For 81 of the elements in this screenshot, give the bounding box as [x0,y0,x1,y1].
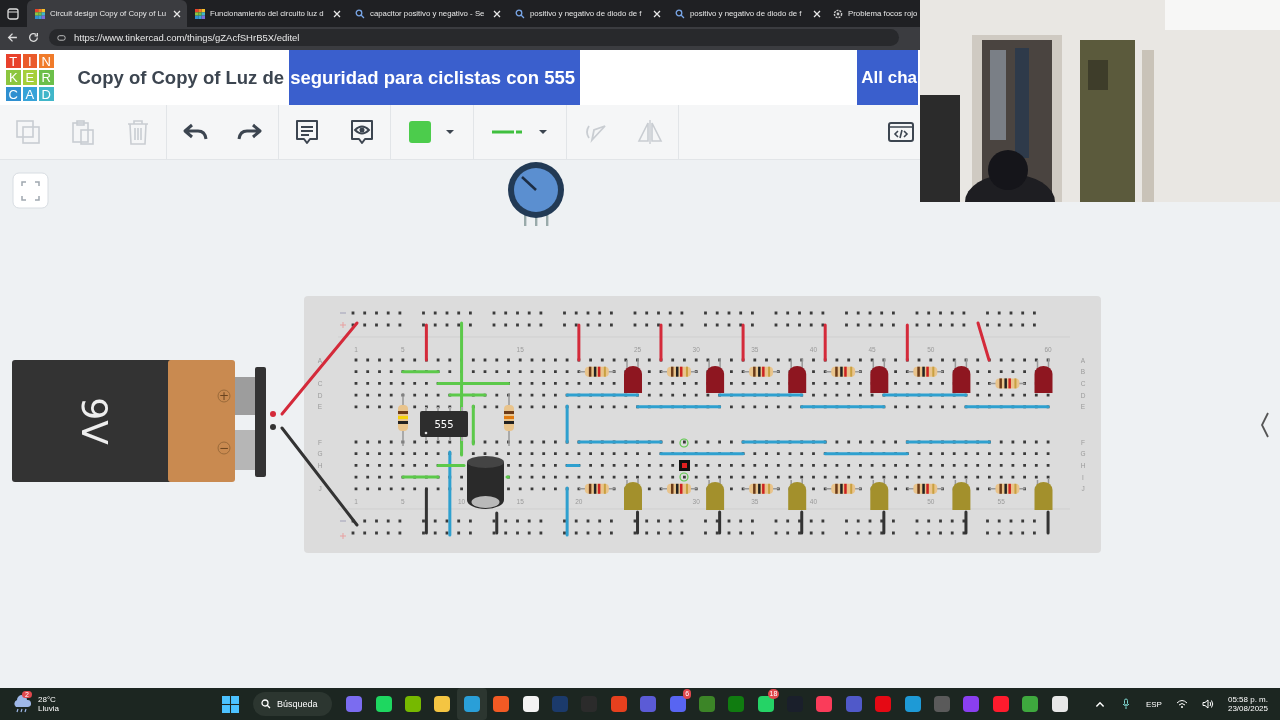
resistor[interactable] [504,392,514,447]
potentiometer[interactable] [508,162,564,226]
close-icon[interactable] [653,9,661,18]
grid-icon [195,8,205,19]
resistor[interactable] [660,366,698,377]
led[interactable] [952,357,971,393]
wire[interactable] [1046,510,1050,535]
wifi-icon[interactable] [1175,698,1188,710]
wire[interactable] [964,510,968,535]
plus-sign: + [218,389,230,403]
search-icon [675,8,685,19]
chevron-left-icon[interactable] [1261,412,1269,438]
temperature: 28°C [38,695,57,704]
changes-button[interactable]: All cha [857,50,918,105]
wire[interactable] [636,510,639,535]
clock[interactable]: 05:58 p. m. 23/08/2025 [1227,695,1268,713]
close-icon[interactable] [813,9,821,18]
close-icon[interactable] [493,9,501,18]
led[interactable] [870,357,889,393]
app-icon[interactable] [375,696,392,712]
speaker-icon[interactable] [1201,698,1214,710]
cloud-rain-icon[interactable] [12,695,32,713]
app-icon[interactable] [757,696,774,712]
wire[interactable] [800,510,804,535]
led[interactable] [788,357,807,393]
wire[interactable] [495,511,499,535]
site-info-icon [57,33,66,42]
resistor[interactable] [906,366,945,377]
reload-icon[interactable] [28,32,39,43]
grid-icon [35,8,45,19]
back-icon[interactable] [7,32,18,43]
probe-marker[interactable] [679,438,690,482]
resistor[interactable] [660,483,698,494]
eye-icon[interactable] [348,118,376,146]
battery-label: 9V [74,397,115,445]
wire-icon [492,129,524,135]
battery[interactable] [12,360,276,482]
close-icon[interactable] [333,9,341,18]
resistor[interactable] [398,392,408,447]
logo[interactable]: T I N K E R C A D [5,52,55,103]
resistor[interactable] [824,483,862,494]
minus-sign: − [218,441,230,455]
resistor[interactable] [988,378,1027,389]
resistor[interactable] [578,366,616,377]
gear-icon [833,8,843,19]
close-icon[interactable] [173,9,181,18]
led[interactable] [1034,357,1053,393]
app-icon[interactable] [1051,696,1068,712]
date: 23/08/2025 [1227,704,1268,713]
resistor[interactable] [578,483,616,494]
resistor[interactable] [906,483,945,494]
wire[interactable] [280,426,359,527]
wire[interactable] [882,510,886,535]
design-title[interactable]: Copy of Copy of Luz de seguridad para ciclistas con 555 [77,50,581,105]
caret-icon [445,129,455,135]
language-indicator[interactable]: ESP [1145,699,1162,709]
app-icon[interactable] [522,696,539,712]
led[interactable] [706,357,725,393]
tab-list-icon[interactable] [7,7,19,20]
search-icon [355,8,365,19]
resistor[interactable] [742,483,780,494]
caret-icon [538,129,548,135]
wire[interactable] [424,487,428,535]
url-text: https://www.tinkercad.com/things/gZAcfSHrB5X/editel [74,32,300,43]
led[interactable] [624,357,642,393]
title-text: Copy of Copy of Luz de [77,66,286,89]
wire[interactable] [718,510,722,535]
app-icon[interactable] [434,696,451,712]
weather-condition: Lluvia [38,704,59,713]
address-bar[interactable]: https://www.tinkercad.com/things/gZAcfSHrB5X/editel [49,29,899,46]
resistor[interactable] [988,483,1027,494]
note-icon[interactable] [293,118,321,146]
resistor[interactable] [824,366,862,377]
time: 05:58 p. m. [1227,695,1268,704]
search-field[interactable]: Búsqueda [253,692,332,716]
resistor[interactable] [742,366,780,377]
search-icon [261,699,271,709]
capacitor[interactable] [467,456,504,509]
search-icon [515,8,525,19]
windows-start-icon[interactable] [222,695,239,713]
selected-text: seguridad para ciclistas con 555 [289,50,581,105]
